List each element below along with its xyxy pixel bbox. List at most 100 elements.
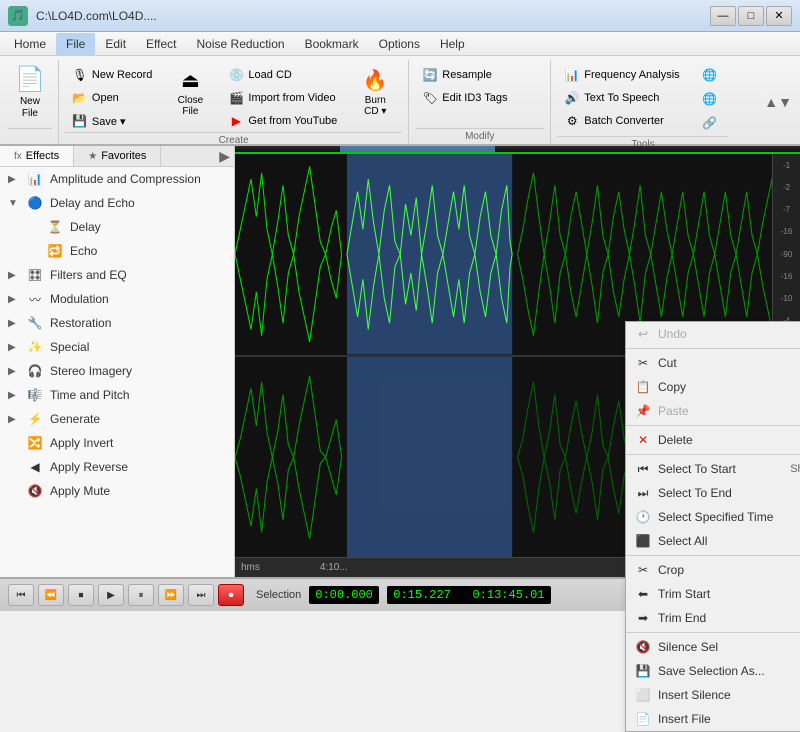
sidebar-item-restoration[interactable]: ▶ 🔧 Restoration bbox=[0, 311, 234, 335]
import-video-button[interactable]: 🎬 Import from Video bbox=[221, 87, 344, 109]
context-menu: ↩ Undo Ctrl+Z ✂ Cut Ctrl+X 📋 Copy Ctrl+C… bbox=[625, 321, 800, 732]
ctx-select-start[interactable]: ⏮ Select To Start Shift+Home bbox=[626, 457, 800, 481]
sidebar-item-delay-echo[interactable]: ▼ 🔵 Delay and Echo bbox=[0, 191, 234, 215]
trim-start-icon: ⬅ bbox=[634, 585, 652, 603]
transport-play[interactable]: ▶ bbox=[98, 584, 124, 606]
menu-options[interactable]: Options bbox=[369, 33, 430, 55]
ctx-select-all[interactable]: ⬛ Select All Ctrl+A bbox=[626, 529, 800, 553]
ribbon-scroll-down[interactable]: ▼ bbox=[778, 94, 792, 110]
menu-file[interactable]: File bbox=[56, 33, 95, 55]
apply-invert-icon: 🔀 bbox=[26, 434, 44, 452]
ctx-paste[interactable]: 📌 Paste Ctrl+V bbox=[626, 399, 800, 423]
menu-home[interactable]: Home bbox=[4, 33, 56, 55]
ctx-trim-end[interactable]: ➡ Trim End Ctrl+E bbox=[626, 606, 800, 630]
transport-stop[interactable]: ⏹ bbox=[68, 584, 94, 606]
edit-id3-button[interactable]: 🏷 Edit ID3 Tags bbox=[415, 87, 514, 109]
sidebar-item-time-pitch[interactable]: ▶ 🎼 Time and Pitch bbox=[0, 383, 234, 407]
select-all-icon: ⬛ bbox=[634, 532, 652, 550]
ctx-delete[interactable]: ✕ Delete Del bbox=[626, 428, 800, 452]
filters-icon: 🎛 bbox=[26, 266, 44, 284]
modulation-label: Modulation bbox=[50, 292, 109, 306]
text-speech-button[interactable]: 🔊 Text To Speech bbox=[557, 87, 686, 109]
ctx-insert-file[interactable]: 📄 Insert File bbox=[626, 707, 800, 731]
tab-effects[interactable]: fx Effects bbox=[0, 146, 74, 166]
delete-icon: ✕ bbox=[634, 431, 652, 449]
menu-bookmark[interactable]: Bookmark bbox=[295, 33, 369, 55]
sidebar-item-filters[interactable]: ▶ 🎛 Filters and EQ bbox=[0, 263, 234, 287]
sidebar-item-modulation[interactable]: ▶ 〰 Modulation bbox=[0, 287, 234, 311]
ctx-trim-start[interactable]: ⬅ Trim Start Ctrl+M bbox=[626, 582, 800, 606]
import-video-label: Import from Video bbox=[248, 92, 335, 104]
menu-effect[interactable]: Effect bbox=[136, 33, 186, 55]
ctx-undo-label: Undo bbox=[658, 327, 687, 341]
tools-extra-btn3[interactable]: 🔗 bbox=[695, 112, 725, 134]
filters-label: Filters and EQ bbox=[50, 268, 127, 282]
tab-favorites[interactable]: ★ Favorites bbox=[74, 146, 161, 166]
text-speech-icon: 🔊 bbox=[564, 90, 580, 106]
transport-record[interactable]: ⏺ bbox=[218, 584, 244, 606]
resample-icon: 🔄 bbox=[422, 67, 438, 83]
sidebar-item-amplitude[interactable]: ▶ 📊 Amplitude and Compression bbox=[0, 167, 234, 191]
sidebar-item-generate[interactable]: ▶ ⚡ Generate bbox=[0, 407, 234, 431]
title-bar: 🎵 C:\LO4D.com\LO4D.... — □ ✕ bbox=[0, 0, 800, 32]
new-record-button[interactable]: 🎙 New Record bbox=[65, 64, 160, 86]
ctx-select-time[interactable]: 🕐 Select Specified Time Ctrl+G bbox=[626, 505, 800, 529]
ctx-select-end[interactable]: ⏭ Select To End Shift+End bbox=[626, 481, 800, 505]
close-button[interactable]: ✕ bbox=[766, 6, 792, 26]
transport-forward[interactable]: ⏩ bbox=[158, 584, 184, 606]
expand-restoration: ▶ bbox=[8, 318, 20, 329]
sidebar-item-stereo[interactable]: ▶ 🎧 Stereo Imagery bbox=[0, 359, 234, 383]
ctx-sep1 bbox=[626, 348, 800, 349]
expand-apply-mute bbox=[8, 486, 20, 497]
sidebar-item-special[interactable]: ▶ ✨ Special bbox=[0, 335, 234, 359]
tools-extra-btn2[interactable]: 🌐 bbox=[695, 88, 725, 110]
ctx-trim-end-label: Trim End bbox=[658, 611, 706, 625]
load-cd-icon: 💿 bbox=[228, 67, 244, 83]
burn-cd-button[interactable]: 🔥 BurnCD ▾ bbox=[352, 62, 398, 122]
ctx-undo[interactable]: ↩ Undo Ctrl+Z bbox=[626, 322, 800, 346]
transport-rewind[interactable]: ⏪ bbox=[38, 584, 64, 606]
menu-noise-reduction[interactable]: Noise Reduction bbox=[187, 33, 295, 55]
menu-edit[interactable]: Edit bbox=[95, 33, 136, 55]
delay-echo-label: Delay and Echo bbox=[50, 196, 135, 210]
ctx-cut[interactable]: ✂ Cut Ctrl+X bbox=[626, 351, 800, 375]
save-button[interactable]: 💾 Save ▾ bbox=[65, 110, 160, 132]
delay-echo-icon: 🔵 bbox=[26, 194, 44, 212]
expand-apply-reverse bbox=[8, 462, 20, 473]
ctx-insert-silence[interactable]: ⬜ Insert Silence bbox=[626, 683, 800, 707]
open-button[interactable]: 📂 Open bbox=[65, 87, 160, 109]
transport-rewind-start[interactable]: ⏮ bbox=[8, 584, 34, 606]
app-icon: 🎵 bbox=[8, 6, 28, 26]
menu-help[interactable]: Help bbox=[430, 33, 475, 55]
close-file-button[interactable]: ⏏ CloseFile bbox=[167, 62, 213, 122]
group-label-empty bbox=[8, 128, 52, 144]
sidebar-item-delay[interactable]: ⏳ Delay bbox=[0, 215, 234, 239]
get-youtube-button[interactable]: ▶ Get from YouTube bbox=[221, 110, 344, 132]
sidebar-item-apply-invert[interactable]: 🔀 Apply Invert bbox=[0, 431, 234, 455]
freq-analysis-button[interactable]: 📊 Frequency Analysis bbox=[557, 64, 686, 86]
transport-pause[interactable]: ⏸ bbox=[128, 584, 154, 606]
sidebar-item-apply-reverse[interactable]: ◀ Apply Reverse bbox=[0, 455, 234, 479]
ctx-copy[interactable]: 📋 Copy Ctrl+C bbox=[626, 375, 800, 399]
ctx-crop[interactable]: ✂ Crop Ctrl+T bbox=[626, 558, 800, 582]
ctx-sep4 bbox=[626, 555, 800, 556]
ctx-save-sel[interactable]: 💾 Save Selection As... bbox=[626, 659, 800, 683]
sidebar-nav-btn[interactable]: ▶ bbox=[215, 146, 234, 166]
sidebar-item-echo[interactable]: 🔁 Echo bbox=[0, 239, 234, 263]
menu-bar: Home File Edit Effect Noise Reduction Bo… bbox=[0, 32, 800, 56]
create-col2: 💿 Load CD 🎬 Import from Video ▶ Get from… bbox=[221, 62, 344, 132]
ctx-silence-sel[interactable]: 🔇 Silence Sel bbox=[626, 635, 800, 659]
new-file-button[interactable]: 📄 NewFile bbox=[8, 62, 52, 122]
minimize-button[interactable]: — bbox=[710, 6, 736, 26]
batch-converter-button[interactable]: ⚙ Batch Converter bbox=[557, 110, 686, 132]
ribbon-scroll-up[interactable]: ▲ bbox=[764, 94, 778, 110]
load-cd-button[interactable]: 💿 Load CD bbox=[221, 64, 344, 86]
maximize-button[interactable]: □ bbox=[738, 6, 764, 26]
ribbon: 📄 NewFile 🎙 New Record 📂 Open 💾 Save ▾ bbox=[0, 56, 800, 146]
tools-extra-btn1[interactable]: 🌐 bbox=[695, 64, 725, 86]
special-icon: ✨ bbox=[26, 338, 44, 356]
resample-button[interactable]: 🔄 Resample bbox=[415, 64, 514, 86]
freq-analysis-label: Frequency Analysis bbox=[584, 69, 679, 81]
transport-forward-end[interactable]: ⏭ bbox=[188, 584, 214, 606]
sidebar-item-apply-mute[interactable]: 🔇 Apply Mute bbox=[0, 479, 234, 503]
